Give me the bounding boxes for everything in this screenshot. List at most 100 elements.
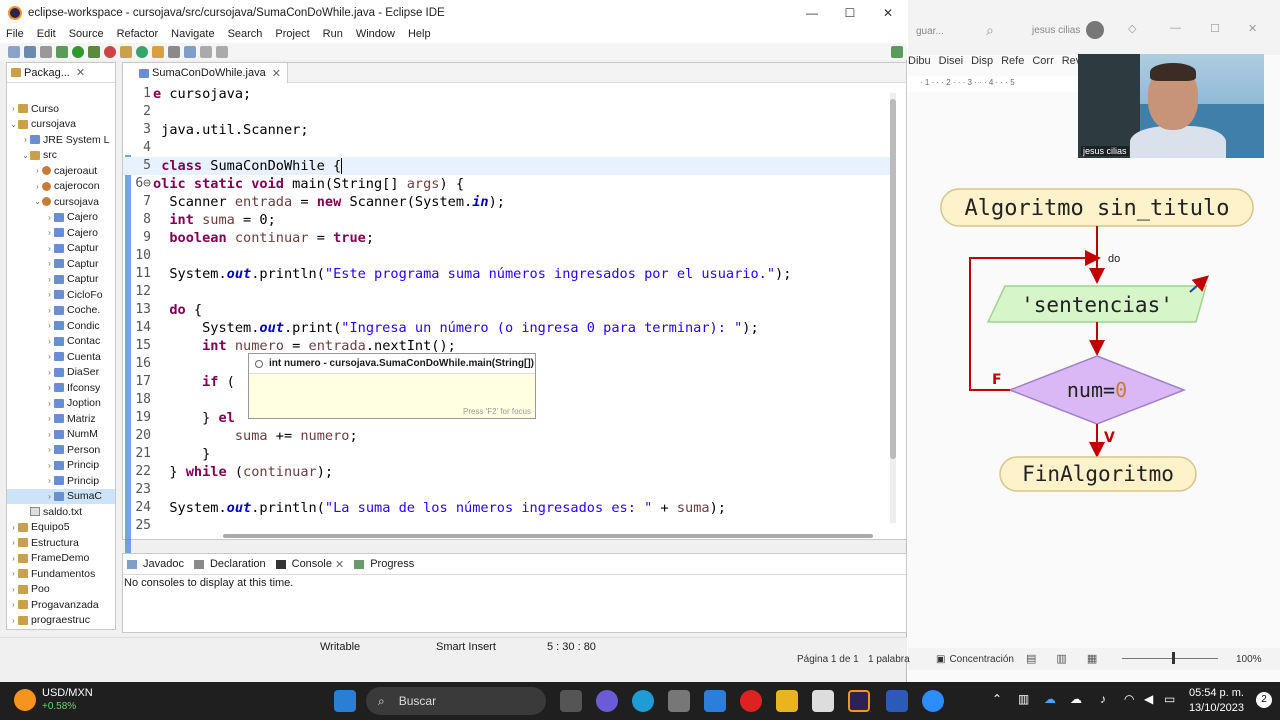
code-line[interactable]: 3 java.util.Scanner; xyxy=(123,121,893,139)
forward-icon[interactable] xyxy=(216,45,228,58)
expand-arrow-icon[interactable]: › xyxy=(9,616,18,625)
new-class-icon[interactable] xyxy=(136,45,148,58)
close-icon[interactable]: ✕ xyxy=(76,66,85,79)
maximize-button[interactable]: ☐ xyxy=(831,0,869,25)
word-taskbar-icon[interactable] xyxy=(886,690,908,712)
ribbon-tab-referencias[interactable]: Refe xyxy=(1001,55,1024,73)
tree-item[interactable]: › Equipo5 xyxy=(7,520,115,536)
search-icon[interactable]: ⌕ xyxy=(986,22,994,39)
tree-item[interactable]: › Person xyxy=(7,442,115,458)
web-layout-icon[interactable]: ▦ xyxy=(1087,652,1097,665)
minimize-icon[interactable]: — xyxy=(1170,22,1181,34)
code-line[interactable]: 8 int suma = 0; xyxy=(123,211,893,229)
print-icon[interactable] xyxy=(40,45,52,58)
expand-arrow-icon[interactable]: › xyxy=(45,461,54,470)
tree-item[interactable]: › DiaSer xyxy=(7,365,115,381)
back-icon[interactable] xyxy=(200,45,212,58)
external-tools-icon[interactable] xyxy=(104,45,116,58)
tree-item[interactable]: › Fundamentos xyxy=(7,566,115,582)
tree-item[interactable]: › Princip xyxy=(7,473,115,489)
code-line[interactable]: 21 } xyxy=(123,445,893,463)
expand-arrow-icon[interactable]: › xyxy=(45,228,54,237)
diamond-icon[interactable]: ◇ xyxy=(1128,22,1136,35)
code-line[interactable]: 20 suma += numero; xyxy=(123,427,893,445)
menu-project[interactable]: Project xyxy=(275,28,309,40)
tree-item[interactable]: › Cajero xyxy=(7,225,115,241)
expand-arrow-icon[interactable]: ⌄ xyxy=(21,151,30,160)
clock[interactable]: 05:54 p. m. 13/10/2023 xyxy=(1189,686,1244,716)
cloud-icon[interactable]: ☁ xyxy=(1070,692,1082,706)
zoom-taskbar-icon[interactable] xyxy=(922,690,944,712)
expand-arrow-icon[interactable]: › xyxy=(45,321,54,330)
expand-arrow-icon[interactable]: › xyxy=(45,445,54,454)
code-line[interactable]: 22 } while (continuar); xyxy=(123,463,893,481)
tray-app-icon[interactable]: ▥ xyxy=(1018,692,1029,706)
tree-item[interactable]: › cajerocon xyxy=(7,179,115,195)
new-icon[interactable] xyxy=(8,45,20,58)
zoom-level[interactable]: 100% xyxy=(1236,654,1262,665)
expand-arrow-icon[interactable]: › xyxy=(45,476,54,485)
notepad-icon[interactable] xyxy=(812,690,834,712)
code-line[interactable]: 14 System.out.print("Ingresa un número (… xyxy=(123,319,893,337)
expand-arrow-icon[interactable]: › xyxy=(9,569,18,578)
task-view-icon[interactable] xyxy=(560,690,582,712)
menu-help[interactable]: Help xyxy=(408,28,431,40)
tree-item[interactable]: › Cajero xyxy=(7,210,115,226)
start-button[interactable] xyxy=(334,690,356,712)
tree-item[interactable]: › Coche. xyxy=(7,303,115,319)
code-line[interactable]: 12 xyxy=(123,283,893,301)
expand-arrow-icon[interactable]: › xyxy=(45,430,54,439)
code-line[interactable]: 4 xyxy=(123,139,893,157)
expand-arrow-icon[interactable]: › xyxy=(45,368,54,377)
tree-item[interactable]: › Captur xyxy=(7,241,115,257)
expand-arrow-icon[interactable]: › xyxy=(9,104,18,113)
code-editor[interactable]: SumaConDoWhile.java ✕ 1e cursojava; 2 3 ja… xyxy=(122,62,907,595)
vertical-scrollbar[interactable] xyxy=(890,93,896,523)
code-line[interactable]: 5 class SumaConDoWhile { xyxy=(123,157,893,175)
code-line[interactable]: 11 System.out.println("Este programa sum… xyxy=(123,265,893,283)
expand-arrow-icon[interactable]: › xyxy=(45,213,54,222)
tree-item[interactable]: › Cuenta xyxy=(7,349,115,365)
tab-console[interactable]: Console ✕ xyxy=(275,558,344,571)
horizontal-scrollbar[interactable] xyxy=(223,534,873,538)
expand-arrow-icon[interactable]: › xyxy=(45,244,54,253)
zoom-slider[interactable] xyxy=(1122,658,1218,659)
tray-chevron-icon[interactable]: ⌃ xyxy=(992,692,1002,706)
tree-item[interactable]: › Condic xyxy=(7,318,115,334)
read-mode-icon[interactable]: ▤ xyxy=(1026,652,1036,665)
perspective-icon[interactable] xyxy=(891,45,903,58)
taskbar-search[interactable]: ⌕ Buscar xyxy=(366,687,546,715)
package-explorer-tab[interactable]: Packag... ✕ xyxy=(7,63,115,83)
menu-source[interactable]: Source xyxy=(69,28,104,40)
notification-badge[interactable]: 2 xyxy=(1256,692,1272,708)
save-icon[interactable] xyxy=(24,45,36,58)
stock-widget[interactable]: USD/MXN +0.58% xyxy=(14,686,93,714)
eclipse-taskbar-icon[interactable] xyxy=(848,690,870,712)
tree-item[interactable]: › SumaC xyxy=(7,488,115,504)
tree-item[interactable]: › Captur xyxy=(7,256,115,272)
tree-item[interactable]: › cajeroaut xyxy=(7,163,115,179)
expand-arrow-icon[interactable]: › xyxy=(33,166,42,175)
avatar[interactable] xyxy=(1086,21,1104,39)
zoom-slider-thumb[interactable] xyxy=(1172,652,1175,664)
code-line[interactable]: 13 do { xyxy=(123,301,893,319)
coverage-icon[interactable] xyxy=(88,45,100,58)
tab-progress[interactable]: Progress xyxy=(354,558,414,570)
tree-item[interactable]: › Matriz xyxy=(7,411,115,427)
tree-item[interactable]: ⌄ src xyxy=(7,148,115,164)
close-icon[interactable]: ✕ xyxy=(1248,22,1257,35)
expand-arrow-icon[interactable]: ⌄ xyxy=(9,120,18,129)
menu-refactor[interactable]: Refactor xyxy=(117,28,159,40)
debug-icon[interactable] xyxy=(56,45,68,58)
battery-icon[interactable]: ▭ xyxy=(1164,692,1175,706)
menu-search[interactable]: Search xyxy=(228,28,263,40)
code-line[interactable]: 23 xyxy=(123,481,893,499)
tree-item[interactable]: › Estructura xyxy=(7,535,115,551)
minimize-button[interactable]: — xyxy=(793,0,831,25)
microphone-icon[interactable]: ♪ xyxy=(1100,692,1106,706)
close-button[interactable]: ✕ xyxy=(869,0,907,25)
code-line[interactable]: 25 xyxy=(123,517,893,535)
tree-item[interactable]: › JRE System L xyxy=(7,132,115,148)
tree-item[interactable]: › FrameDemo xyxy=(7,551,115,567)
expand-arrow-icon[interactable]: › xyxy=(9,538,18,547)
